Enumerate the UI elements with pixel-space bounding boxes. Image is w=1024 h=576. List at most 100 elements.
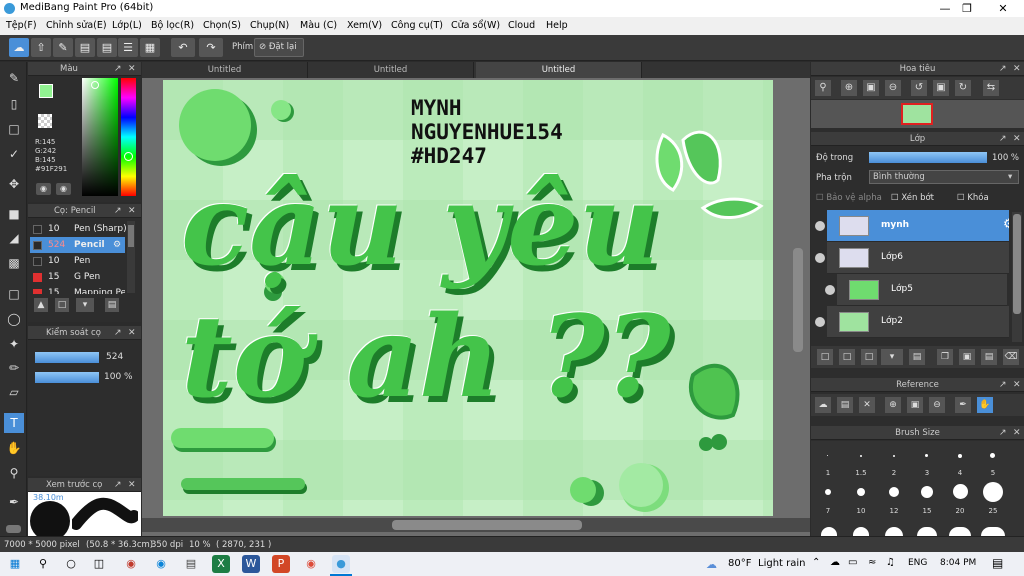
transparent-color-swatch[interactable]	[38, 114, 52, 128]
menu-edit[interactable]: Chỉnh sửa(E)	[46, 20, 107, 31]
search-icon[interactable]: ⚲	[34, 555, 52, 573]
reference-cloud-icon[interactable]: ☁	[815, 397, 831, 413]
menu-file[interactable]: Tệp(F)	[6, 20, 37, 31]
layer-scrollbar[interactable]	[1012, 212, 1022, 342]
brush-size-dot-large[interactable]	[885, 527, 903, 536]
reference-hand-icon[interactable]: ✋	[977, 397, 993, 413]
brush-item[interactable]: 15 Mapping Pe	[30, 285, 125, 294]
magic-wand-icon[interactable]: ✦	[4, 334, 24, 354]
close-icon[interactable]: ✕	[986, 0, 1020, 17]
reset-shortcut-button[interactable]: ⊘ Đặt lại	[254, 38, 304, 57]
eye-icon[interactable]	[815, 221, 825, 231]
chrome-icon[interactable]: ◉	[302, 555, 320, 573]
blend-mode-select[interactable]: Bình thường ▾	[869, 170, 1019, 184]
brush-size-dot-large[interactable]	[981, 527, 1005, 536]
menu-select[interactable]: Chọn(S)	[203, 20, 241, 31]
brush-item[interactable]: 15 G Pen	[30, 269, 125, 285]
menu-window[interactable]: Cửa sổ(W)	[451, 20, 500, 31]
select-pen-icon[interactable]: ✏	[4, 358, 24, 378]
brush-size-dot-large[interactable]	[853, 527, 869, 536]
palette-icon[interactable]: ◉	[36, 183, 51, 195]
panel-float-icon[interactable]: ↗	[999, 378, 1007, 392]
brush-size-cell[interactable]: 25	[978, 481, 1008, 515]
brush-settings-icon[interactable]: ⚙	[113, 237, 121, 253]
navigator-viewport[interactable]	[901, 103, 933, 125]
add-brush-icon[interactable]: ▲	[34, 298, 48, 312]
cortana-icon[interactable]: ○	[62, 555, 80, 573]
rotate-left-icon[interactable]: ↺	[911, 80, 927, 96]
reference-zoom-in-icon[interactable]: ⊕	[885, 397, 901, 413]
eye-icon[interactable]	[825, 285, 835, 295]
horizontal-scrollbar-thumb[interactable]	[392, 520, 582, 530]
brush-size-cell[interactable]: 15	[912, 481, 942, 515]
panel-float-icon[interactable]: ↗	[999, 426, 1007, 440]
layer-row[interactable]: Lớp2	[827, 306, 1009, 338]
reference-fit-icon[interactable]: ▣	[907, 397, 923, 413]
foreground-color-swatch[interactable]	[39, 84, 53, 98]
hue-slider[interactable]	[121, 78, 136, 196]
add-layer-menu-icon[interactable]: ▾	[881, 349, 903, 365]
layer-opacity-slider[interactable]	[869, 152, 987, 163]
panel-float-icon[interactable]: ↗	[999, 132, 1007, 146]
layer-row[interactable]: Lớp6	[827, 242, 1009, 274]
eraser-tool-icon[interactable]: ▯	[4, 94, 24, 114]
new-layer-2-icon[interactable]: □	[839, 349, 855, 365]
brush-item[interactable]: 10 Pen (Sharp)	[30, 221, 126, 237]
new-layer-icon[interactable]: □	[817, 349, 833, 365]
tab-untitled-2[interactable]: Untitled	[308, 62, 474, 78]
zoom-in-icon[interactable]: ⊕	[841, 80, 857, 96]
layer-properties-icon[interactable]: ▤	[981, 349, 997, 365]
app-icon-1[interactable]: ◉	[122, 555, 140, 573]
gradient-tool-icon[interactable]: ▩	[4, 253, 24, 273]
new-brush-icon[interactable]: □	[55, 298, 69, 312]
redo-icon[interactable]: ↷	[199, 38, 223, 57]
panel-close-icon[interactable]: ✕	[1013, 426, 1021, 440]
select-eraser-icon[interactable]: ▱	[4, 382, 24, 402]
hue-cursor[interactable]	[124, 152, 133, 161]
panel-close-icon[interactable]: ✕	[128, 326, 136, 340]
layer-settings-icon[interactable]: ⚙	[1003, 217, 1009, 232]
scroll-thumb[interactable]	[128, 225, 134, 247]
fit-screen-icon[interactable]: ▣	[863, 80, 879, 96]
brush-size-dot-large[interactable]	[821, 527, 837, 536]
menu-help[interactable]: Help	[546, 20, 568, 31]
brush-size-cell[interactable]: 3	[912, 445, 942, 477]
clipping-checkbox[interactable]: ☐ Xén bớt	[891, 193, 934, 203]
rect-tool-icon[interactable]: □	[4, 119, 24, 139]
brush-size-dot-large[interactable]	[917, 527, 937, 536]
menu-layer[interactable]: Lớp(L)	[112, 20, 142, 31]
volume-icon[interactable]: ♫	[886, 557, 895, 568]
brush-opacity-slider[interactable]	[35, 372, 99, 383]
windows-start-icon[interactable]: ▦	[6, 555, 24, 573]
menu-color[interactable]: Màu (C)	[300, 20, 337, 31]
reference-close-icon[interactable]: ✕	[859, 397, 875, 413]
panel-float-icon[interactable]: ↗	[114, 62, 122, 76]
bucket-tool-icon[interactable]: ◢	[4, 228, 24, 248]
menu-tools[interactable]: Công cụ(T)	[391, 20, 443, 31]
rotate-right-icon[interactable]: ↻	[955, 80, 971, 96]
panel-close-icon[interactable]: ✕	[128, 478, 136, 492]
panel-float-icon[interactable]: ↗	[999, 62, 1007, 76]
menu-cloud[interactable]: Cloud	[508, 20, 535, 31]
folder-icon[interactable]: ▤	[909, 349, 925, 365]
task-view-icon[interactable]: ◫	[90, 555, 108, 573]
scroll-thumb[interactable]	[1013, 214, 1021, 314]
upload-icon[interactable]: ⇧	[31, 38, 51, 57]
brush-size-cell[interactable]: 5	[978, 445, 1008, 477]
lasso-icon[interactable]: ◯	[4, 309, 24, 329]
weather-text[interactable]: Light rain	[758, 558, 806, 569]
excel-icon[interactable]: X	[212, 555, 230, 573]
menu-filter[interactable]: Bộ lọc(R)	[151, 20, 194, 31]
panel-close-icon[interactable]: ✕	[1013, 378, 1021, 392]
brush-size-cell[interactable]: 1	[813, 445, 843, 477]
menu-view[interactable]: Xem(V)	[347, 20, 382, 31]
text-tool-icon[interactable]: T	[4, 413, 24, 433]
brush-size-slider[interactable]	[35, 352, 99, 363]
zoom-fit-icon[interactable]: ⚲	[815, 80, 831, 96]
drawing-canvas[interactable]: MYNH NGUYENHUE154 #HD247 cậu yêu tớ ah ?…	[163, 80, 773, 516]
panel-float-icon[interactable]: ↗	[114, 326, 122, 340]
cloud-sync-icon[interactable]: ☁	[830, 557, 840, 568]
brush-properties-icon[interactable]: ▤	[105, 298, 119, 312]
panel-close-icon[interactable]: ✕	[128, 62, 136, 76]
horizontal-scrollbar-track[interactable]	[142, 518, 810, 532]
